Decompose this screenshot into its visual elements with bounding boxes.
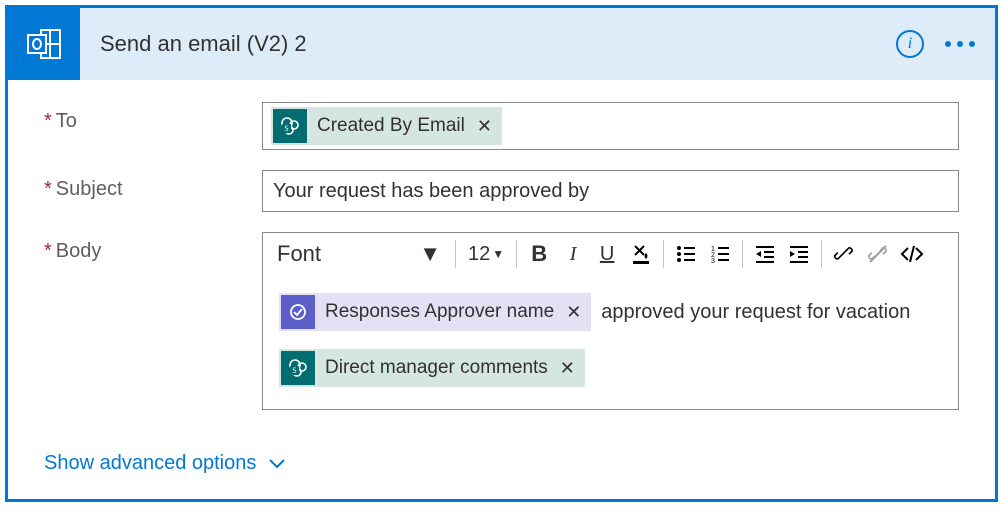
to-label: *To: [44, 102, 262, 133]
to-row: *To S Created By Email ✕: [44, 102, 959, 150]
svg-text:S: S: [292, 366, 296, 375]
subject-input[interactable]: [271, 176, 950, 207]
divider: [516, 240, 517, 268]
code-view-button[interactable]: [896, 238, 928, 270]
body-text: approved your request for vacation: [601, 294, 910, 330]
more-button[interactable]: [943, 27, 977, 61]
outdent-button[interactable]: [749, 238, 781, 270]
required-marker: *: [44, 240, 52, 262]
token-manager-comments[interactable]: S Direct manager comments ✕: [279, 349, 585, 387]
subject-label: *Subject: [44, 170, 262, 201]
info-icon: i: [896, 30, 924, 58]
token-created-by-email[interactable]: S Created By Email ✕: [271, 107, 502, 145]
number-list-button[interactable]: 123: [704, 238, 736, 270]
chevron-down-icon: [268, 453, 286, 476]
indent-button[interactable]: [783, 238, 815, 270]
body-line: Responses Approver name ✕ approved your …: [279, 293, 942, 331]
bold-button[interactable]: B: [523, 238, 555, 270]
show-advanced-options[interactable]: Show advanced options: [44, 452, 286, 475]
divider: [821, 240, 822, 268]
card-body: *To S Created By Email ✕ *Subject *Body: [8, 80, 995, 448]
required-marker: *: [44, 110, 52, 132]
required-marker: *: [44, 178, 52, 200]
token-label: Created By Email: [317, 115, 465, 137]
subject-row: *Subject: [44, 170, 959, 212]
divider: [742, 240, 743, 268]
font-select[interactable]: Font ▼: [269, 237, 449, 271]
color-button[interactable]: [625, 238, 657, 270]
close-icon[interactable]: ✕: [477, 116, 492, 137]
underline-button[interactable]: U: [591, 238, 623, 270]
to-field[interactable]: S Created By Email ✕: [262, 102, 959, 150]
body-editor[interactable]: Responses Approver name ✕ approved your …: [263, 275, 958, 409]
card-footer: Show advanced options: [8, 448, 995, 499]
svg-text:3: 3: [711, 258, 715, 265]
token-approver-name[interactable]: Responses Approver name ✕: [279, 293, 591, 331]
chevron-down-icon: ▼: [419, 241, 441, 267]
body-label: *Body: [44, 232, 262, 263]
token-label: Responses Approver name: [325, 294, 554, 330]
card-header: Send an email (V2) 2 i: [8, 8, 995, 80]
card-title: Send an email (V2) 2: [100, 31, 877, 57]
outlook-icon: [8, 8, 80, 80]
sharepoint-icon: S: [281, 351, 315, 385]
info-button[interactable]: i: [893, 27, 927, 61]
unlink-button[interactable]: [862, 238, 894, 270]
body-row: *Body Font ▼ 12 ▼ B I U: [44, 232, 959, 410]
link-button[interactable]: [828, 238, 860, 270]
svg-text:S: S: [284, 124, 288, 133]
approvals-icon: [281, 295, 315, 329]
body-field: Font ▼ 12 ▼ B I U: [262, 232, 959, 410]
chevron-down-icon: ▼: [492, 247, 504, 261]
rich-text-toolbar: Font ▼ 12 ▼ B I U: [263, 233, 958, 275]
more-icon: [945, 41, 975, 47]
italic-button[interactable]: I: [557, 238, 589, 270]
body-line: S Direct manager comments ✕: [279, 349, 942, 387]
token-label: Direct manager comments: [325, 350, 548, 386]
divider: [455, 240, 456, 268]
action-card: Send an email (V2) 2 i *To S Created By …: [5, 5, 998, 502]
close-icon[interactable]: ✕: [566, 294, 581, 330]
subject-field[interactable]: [262, 170, 959, 212]
bullet-list-button[interactable]: [670, 238, 702, 270]
sharepoint-icon: S: [273, 109, 307, 143]
divider: [663, 240, 664, 268]
close-icon[interactable]: ✕: [560, 350, 575, 386]
font-size-select[interactable]: 12 ▼: [462, 243, 510, 266]
